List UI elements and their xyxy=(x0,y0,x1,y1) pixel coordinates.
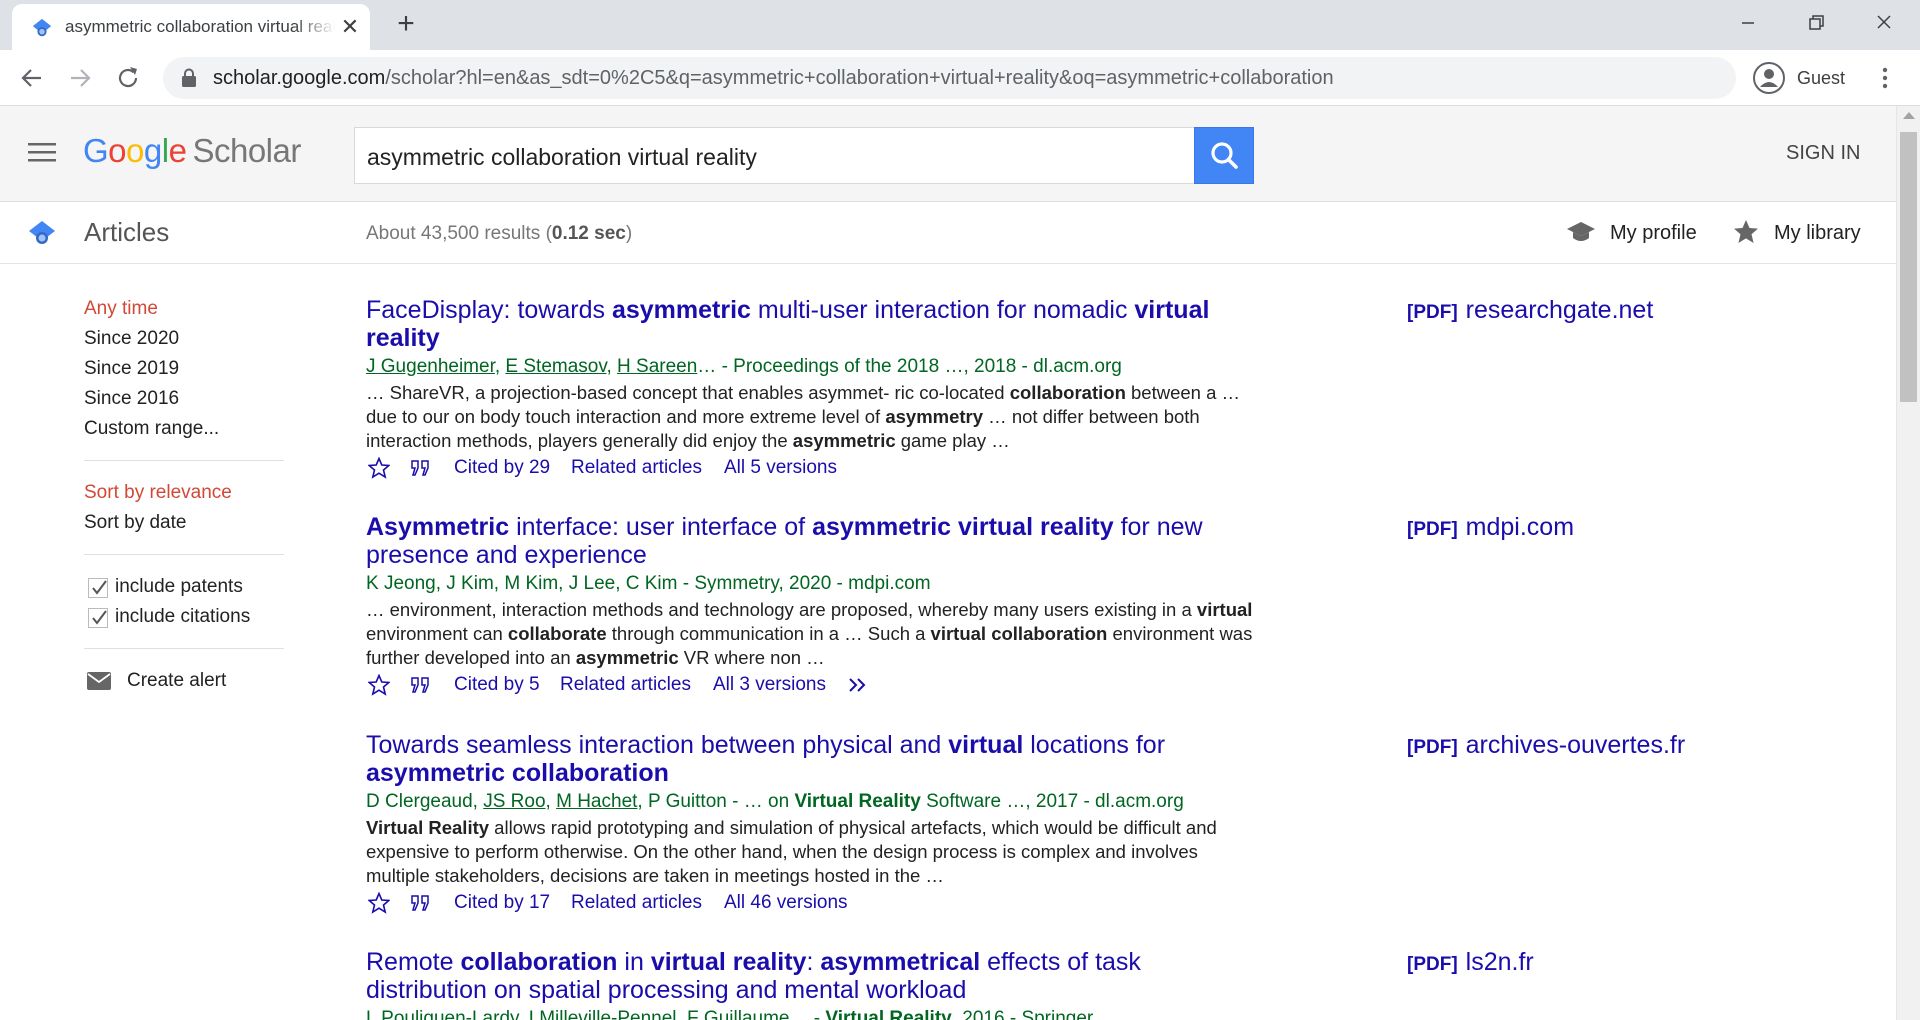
browser-toolbar: scholar.google.com/scholar?hl=en&as_sdt=… xyxy=(0,50,1920,106)
close-window-icon[interactable] xyxy=(1864,8,1904,38)
scholar-favicon-icon xyxy=(32,18,52,37)
articles-heading: Articles xyxy=(84,217,170,247)
browser-tab[interactable]: asymmetric collaboration virtual reality… xyxy=(12,4,370,50)
sidebar-divider xyxy=(84,648,284,649)
cited-by-link[interactable]: Cited by 29 xyxy=(454,457,550,479)
result-title-link[interactable]: FaceDisplay: towards asymmetric multi-us… xyxy=(366,296,1256,352)
checkmark-icon xyxy=(92,580,107,595)
scroll-up-arrow-icon[interactable] xyxy=(1903,112,1915,119)
browser-tabstrip: asymmetric collaboration virtual reality… xyxy=(0,0,1920,50)
search-box xyxy=(354,127,1195,184)
result-snippet: … ShareVR, a projection-based concept th… xyxy=(366,382,1241,451)
result-authors[interactable]: L Pouliquen-Lardy, I Milleville-Pennel, … xyxy=(366,1007,1256,1020)
include-citations-checkbox[interactable] xyxy=(88,608,108,628)
cite-quote-icon[interactable] xyxy=(410,893,432,913)
include-citations-label[interactable]: include citations xyxy=(115,606,250,628)
results-count: About 43,500 results (0.12 sec) xyxy=(366,223,633,244)
result-title-link[interactable]: Asymmetric interface: user interface of … xyxy=(366,513,1256,569)
pdf-link[interactable]: [PDF] mdpi.com xyxy=(1407,513,1574,542)
related-articles-link[interactable]: Related articles xyxy=(560,674,691,696)
include-patents-label[interactable]: include patents xyxy=(115,576,243,598)
close-tab-icon[interactable]: ✕ xyxy=(338,15,362,39)
scholar-cap-icon xyxy=(29,221,55,244)
sidebar-divider xyxy=(84,554,284,555)
address-bar[interactable]: scholar.google.com/scholar?hl=en&as_sdt=… xyxy=(163,57,1736,99)
result-actions: Cited by 5 Related articles All 3 versio… xyxy=(366,672,1256,700)
pdf-link[interactable]: [PDF] archives-ouvertes.fr xyxy=(1407,731,1685,760)
result-snippet: … environment, interaction methods and t… xyxy=(366,599,1253,668)
scholar-header: GoogleScholar SIGN IN xyxy=(0,106,1896,202)
sort-by-date[interactable]: Sort by date xyxy=(84,512,186,534)
filter-custom-range[interactable]: Custom range... xyxy=(84,418,219,440)
result-authors[interactable]: K Jeong, J Kim, M Kim, J Lee, C Kim - Sy… xyxy=(366,572,1256,595)
result-authors[interactable]: D Clergeaud, JS Roo, M Hachet, P Guitton… xyxy=(366,790,1256,813)
search-icon xyxy=(1211,142,1238,169)
star-icon xyxy=(1734,220,1758,243)
sidebar-divider xyxy=(84,460,284,461)
cited-by-link[interactable]: Cited by 17 xyxy=(454,892,550,914)
related-articles-link[interactable]: Related articles xyxy=(571,892,702,914)
graduation-cap-icon xyxy=(1567,222,1595,241)
cite-quote-icon[interactable] xyxy=(410,458,432,478)
save-star-icon[interactable] xyxy=(368,457,390,479)
results-subheader: Articles About 43,500 results (0.12 sec)… xyxy=(0,202,1896,264)
pdf-link[interactable]: [PDF] ls2n.fr xyxy=(1407,948,1534,977)
pdf-link[interactable]: [PDF] researchgate.net xyxy=(1407,296,1653,325)
forward-arrow-icon[interactable] xyxy=(66,64,94,92)
filter-since-2016[interactable]: Since 2016 xyxy=(84,388,179,410)
minimize-window-icon[interactable] xyxy=(1728,8,1768,38)
profile-name: Guest xyxy=(1797,68,1846,88)
profile-button[interactable]: Guest xyxy=(1749,57,1859,99)
browser-menu-icon[interactable] xyxy=(1873,62,1897,94)
result-title-link[interactable]: Remote collaboration in virtual reality:… xyxy=(366,948,1256,1004)
google-scholar-logo[interactable]: Google Scholar xyxy=(83,132,301,170)
cited-by-link[interactable]: Cited by 5 xyxy=(454,674,540,696)
result-authors[interactable]: J Gugenheimer, E Stemasov, H Sareen… - P… xyxy=(366,355,1256,378)
include-patents-checkbox[interactable] xyxy=(88,578,108,598)
search-input[interactable] xyxy=(367,144,1167,171)
all-versions-link[interactable]: All 3 versions xyxy=(713,674,826,696)
all-versions-link[interactable]: All 5 versions xyxy=(724,457,837,479)
sort-by-relevance[interactable]: Sort by relevance xyxy=(84,482,232,504)
avatar-icon xyxy=(1753,62,1785,94)
related-articles-link[interactable]: Related articles xyxy=(571,457,702,479)
result-title-link[interactable]: Towards seamless interaction between phy… xyxy=(366,731,1256,787)
reload-icon[interactable] xyxy=(114,64,142,92)
envelope-icon xyxy=(87,672,111,690)
more-chevrons-icon[interactable] xyxy=(848,677,870,693)
all-versions-link[interactable]: All 46 versions xyxy=(724,892,848,914)
result-actions: Cited by 29 Related articles All 5 versi… xyxy=(366,455,1256,483)
filter-any-time[interactable]: Any time xyxy=(84,298,158,320)
search-result: Remote collaboration in virtual reality:… xyxy=(366,948,1256,1020)
hamburger-menu-icon[interactable] xyxy=(26,140,58,164)
search-result: FaceDisplay: towards asymmetric multi-us… xyxy=(366,296,1256,483)
search-result: Towards seamless interaction between phy… xyxy=(366,731,1256,918)
search-button[interactable] xyxy=(1194,127,1254,184)
sign-in-link[interactable]: SIGN IN xyxy=(1786,142,1860,165)
cite-quote-icon[interactable] xyxy=(410,675,432,695)
new-tab-button[interactable]: + xyxy=(390,8,422,40)
page-scrollbar[interactable] xyxy=(1896,106,1920,1020)
save-star-icon[interactable] xyxy=(368,892,390,914)
url-text[interactable]: scholar.google.com/scholar?hl=en&as_sdt=… xyxy=(213,67,1334,90)
lock-icon[interactable] xyxy=(181,68,197,88)
filter-since-2019[interactable]: Since 2019 xyxy=(84,358,179,380)
tab-title: asymmetric collaboration virtual reality… xyxy=(65,17,335,36)
search-result: Asymmetric interface: user interface of … xyxy=(366,513,1256,700)
result-actions: Cited by 17 Related articles All 46 vers… xyxy=(366,890,1256,918)
filter-since-2020[interactable]: Since 2020 xyxy=(84,328,179,350)
scrollbar-thumb[interactable] xyxy=(1900,132,1917,402)
checkmark-icon xyxy=(92,610,107,625)
back-arrow-icon[interactable] xyxy=(18,64,46,92)
save-star-icon[interactable] xyxy=(368,674,390,696)
restore-window-icon[interactable] xyxy=(1796,8,1836,38)
create-alert-link[interactable]: Create alert xyxy=(127,670,226,692)
result-snippet: Virtual Reality allows rapid prototyping… xyxy=(366,817,1217,886)
